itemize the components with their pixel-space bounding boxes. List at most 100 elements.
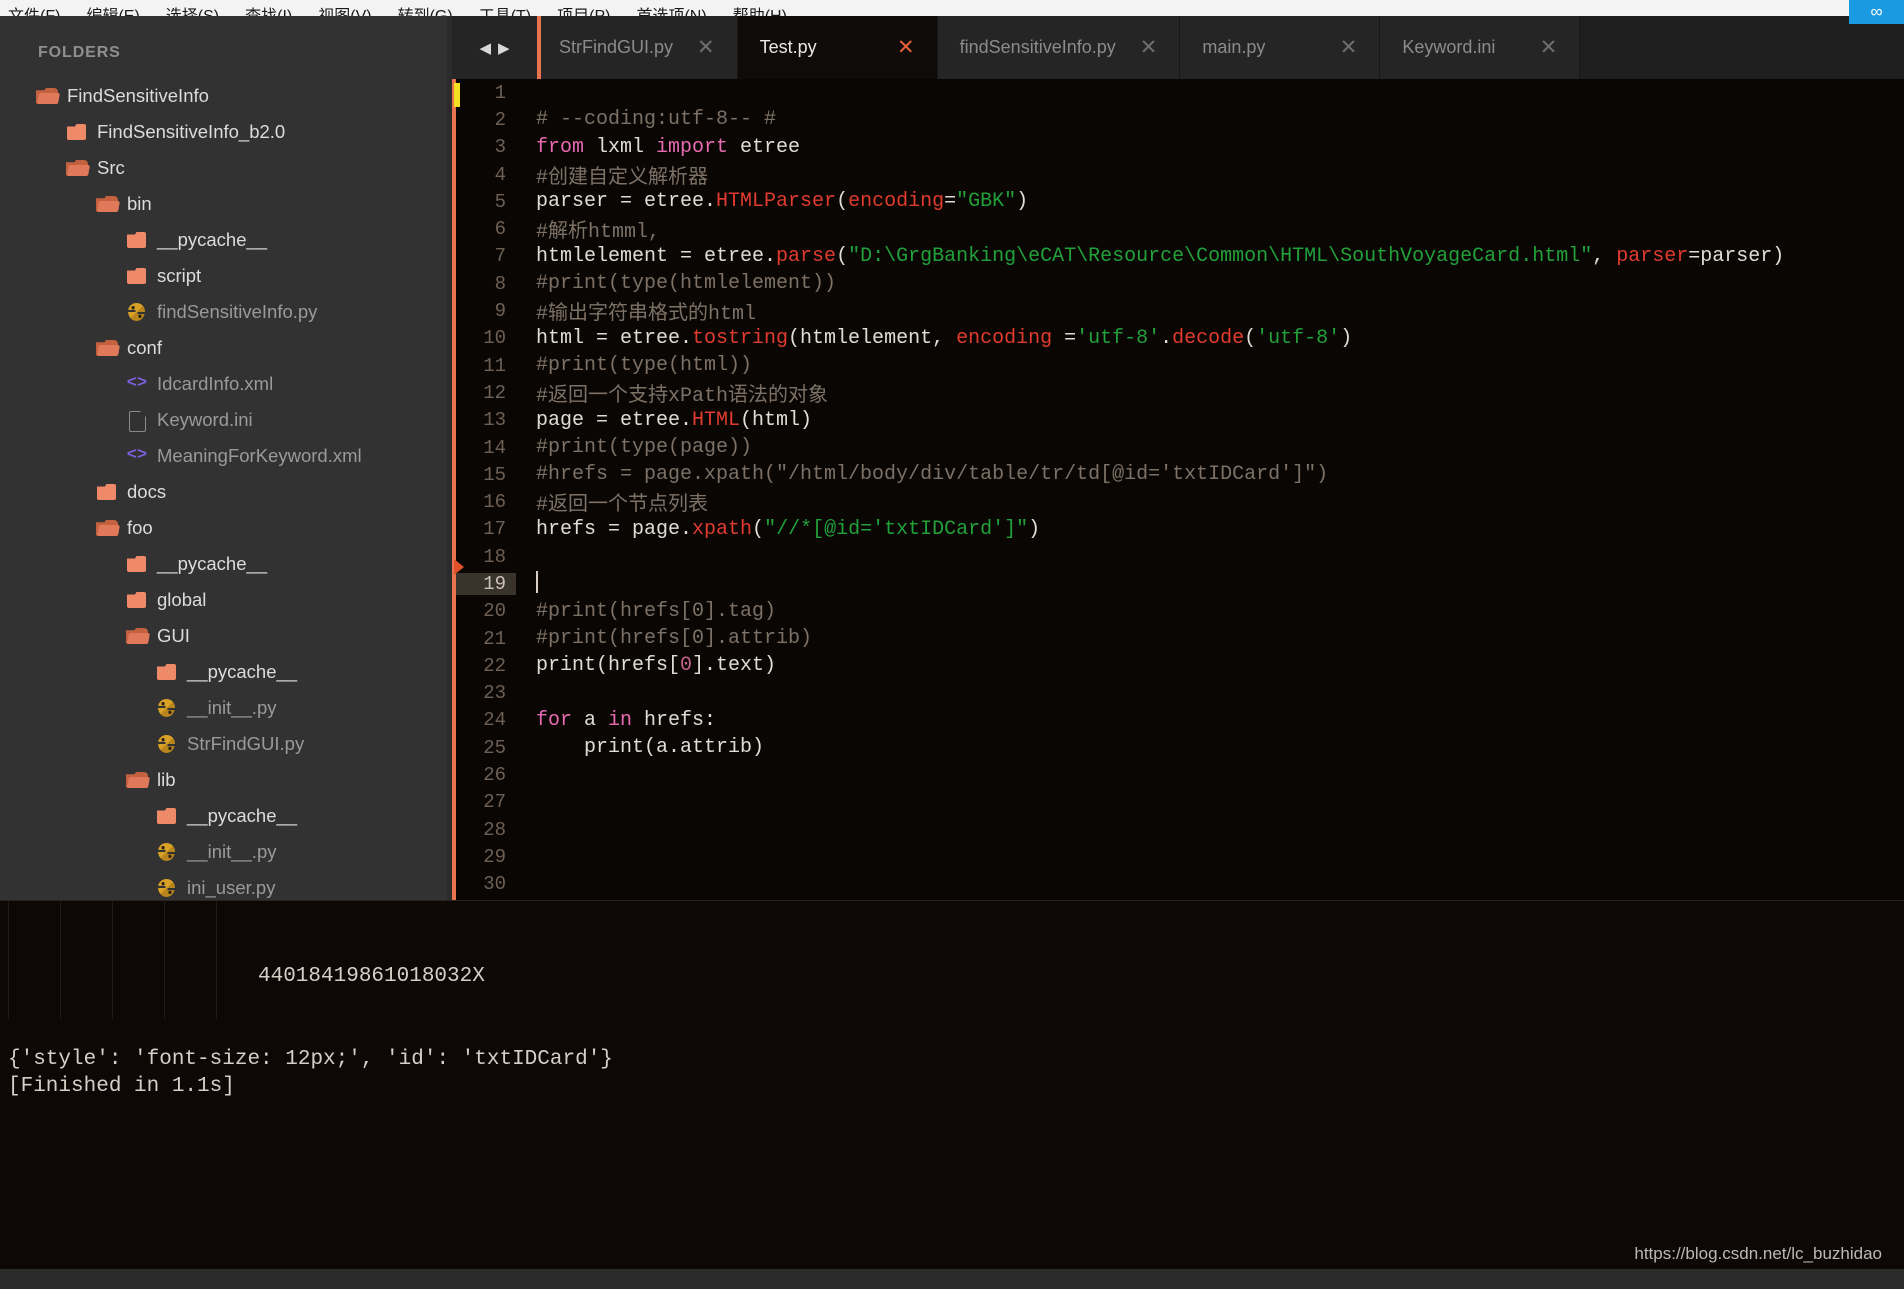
tree-item[interactable]: FindSensitiveInfo_b2.0 bbox=[0, 114, 452, 150]
menu-item-file[interactable]: 文件(F) bbox=[8, 9, 60, 17]
tree-item[interactable]: StrFindGUI.py bbox=[0, 726, 452, 762]
tab-nav-arrows[interactable]: ◀ ▶ bbox=[452, 16, 537, 79]
close-icon[interactable]: ✕ bbox=[673, 35, 715, 60]
code-line: 15 #hrefs = page.xpath("/html/body/div/ta… bbox=[452, 461, 1904, 488]
code-text: #hrefs = page.xpath("/html/body/div/tabl… bbox=[536, 463, 1329, 487]
code-text: html = etree.tostring(htmlelement, encod… bbox=[536, 326, 1353, 350]
menu-item-goto[interactable]: 转到(G) bbox=[398, 9, 453, 17]
code-line: 16 #返回一个节点列表 bbox=[452, 488, 1904, 517]
code-line: 13 page = etree.HTML(html) bbox=[452, 407, 1904, 434]
code-line: 11 #print(type(html)) bbox=[452, 352, 1904, 379]
status-bar bbox=[0, 1269, 1904, 1289]
menu-item-project[interactable]: 项目(P) bbox=[557, 9, 610, 17]
tree-item[interactable]: findSensitiveInfo.py bbox=[0, 294, 452, 330]
menu-item-view[interactable]: 视图(V) bbox=[318, 9, 371, 17]
sublime-text-window: 文件(F) 编辑(E) 选择(S) 查找(I) 视图(V) 转到(G) 工具(T… bbox=[0, 0, 1904, 1289]
tree-item[interactable]: conf bbox=[0, 330, 452, 366]
tree-item-label: __pycache__ bbox=[157, 553, 268, 574]
tab-label: StrFindGUI.py bbox=[559, 37, 674, 57]
tree-item[interactable]: docs bbox=[0, 474, 452, 510]
tree-item[interactable]: global bbox=[0, 582, 452, 618]
folder-open-icon bbox=[126, 771, 148, 789]
tree-item-label: __pycache__ bbox=[157, 229, 268, 250]
code-text: hrefs = page.xpath("//*[@id='txtIDCard']… bbox=[536, 517, 1041, 541]
tree-item[interactable]: Src bbox=[0, 150, 452, 186]
tree-item[interactable]: __pycache__ bbox=[0, 654, 452, 690]
text-caret bbox=[536, 571, 538, 594]
sidebar-header: FOLDERS bbox=[38, 44, 121, 61]
window-control-button[interactable]: ∞ bbox=[1849, 0, 1904, 24]
code-text: htmlelement = etree.parse("D:\GrgBanking… bbox=[536, 244, 1785, 268]
close-icon[interactable]: ✕ bbox=[1516, 35, 1558, 60]
menu-item-select[interactable]: 选择(S) bbox=[166, 9, 219, 17]
line-number: 2 bbox=[494, 108, 506, 131]
nav-prev-icon[interactable]: ◀ bbox=[479, 39, 491, 57]
tab-main-py[interactable]: main.py ✕ bbox=[1180, 16, 1381, 79]
menu-item-tools[interactable]: 工具(T) bbox=[479, 9, 531, 17]
tree-item-label: IdcardInfo.xml bbox=[157, 373, 274, 394]
tree-item[interactable]: GUI bbox=[0, 618, 452, 654]
code-line: 4 #创建自定义解析器 bbox=[452, 161, 1904, 190]
tree-item[interactable]: __pycache__ bbox=[0, 798, 452, 834]
tree-item-label: Src bbox=[97, 157, 125, 178]
tree-item-label: findSensitiveInfo.py bbox=[157, 301, 318, 322]
tree-item[interactable]: __init__.py bbox=[0, 834, 452, 870]
close-icon[interactable]: ✕ bbox=[873, 35, 915, 60]
menu-item-preferences[interactable]: 首选项(N) bbox=[636, 9, 706, 17]
menu-item-edit[interactable]: 编辑(E) bbox=[86, 9, 139, 17]
menu-item-find[interactable]: 查找(I) bbox=[245, 9, 292, 17]
line-number: 25 bbox=[483, 736, 506, 759]
tree-item-label: bin bbox=[127, 193, 152, 214]
close-icon[interactable]: ✕ bbox=[1116, 35, 1158, 60]
console-finished-status: [Finished in 1.1s] bbox=[8, 1075, 235, 1098]
menu-item-help[interactable]: 帮助(H) bbox=[733, 9, 787, 17]
tree-item[interactable]: <> MeaningForKeyword.xml bbox=[0, 438, 452, 474]
tab-Keyword-ini[interactable]: Keyword.ini ✕ bbox=[1380, 16, 1581, 79]
tree-item[interactable]: bin bbox=[0, 186, 452, 222]
folder-closed-icon bbox=[126, 555, 148, 573]
code-line: 2 # --coding:utf-8-- # bbox=[452, 106, 1904, 133]
code-line: 10 html = etree.tostring(htmlelement, enc… bbox=[452, 325, 1904, 352]
code-line: 29 bbox=[452, 843, 1904, 870]
tab-Test-py[interactable]: Test.py ✕ bbox=[737, 16, 938, 79]
tree-item[interactable]: script bbox=[0, 258, 452, 294]
code-text: #print(hrefs[0].tag) bbox=[536, 599, 777, 623]
editor-pane: ◀ ▶ StrFindGUI.py ✕ Test.py ✕ findSensitiveI… bbox=[452, 0, 1904, 900]
code-text: #创建自定义解析器 bbox=[536, 166, 709, 190]
tree-item[interactable]: __pycache__ bbox=[0, 546, 452, 582]
code-text: #print(type(page)) bbox=[536, 436, 753, 459]
tab-bar-filler bbox=[1580, 16, 1904, 79]
tree-item[interactable]: Keyword.ini bbox=[0, 402, 452, 438]
folder-closed-icon bbox=[156, 807, 178, 825]
line-number: 8 bbox=[494, 272, 506, 295]
tree-item[interactable]: ini_user.py bbox=[0, 870, 452, 900]
code-text: #解析htmml, bbox=[536, 221, 661, 245]
tab-label: findSensitiveInfo.py bbox=[959, 37, 1116, 57]
code-line: 18 bbox=[452, 543, 1904, 570]
line-number: 4 bbox=[494, 163, 506, 186]
tree-item[interactable]: __init__.py bbox=[0, 690, 452, 726]
nav-next-icon[interactable]: ▶ bbox=[498, 39, 510, 57]
python-file-icon bbox=[156, 699, 178, 717]
line-number: 23 bbox=[483, 682, 506, 705]
close-icon[interactable]: ✕ bbox=[1316, 35, 1358, 60]
tab-findSensitiveInfo-py[interactable]: findSensitiveInfo.py ✕ bbox=[937, 16, 1181, 79]
tree-item[interactable]: lib bbox=[0, 762, 452, 798]
line-number: 11 bbox=[483, 354, 506, 377]
tab-label: Keyword.ini bbox=[1402, 37, 1496, 57]
output-console[interactable]: 44018419861018032X {'style': 'font-size:… bbox=[0, 900, 1904, 1289]
code-area[interactable]: 1 2 # --coding:utf-8-- #3 from lxml import … bbox=[452, 79, 1904, 900]
code-line: 26 bbox=[452, 761, 1904, 788]
line-number: 1 bbox=[494, 81, 506, 104]
code-line: 1 bbox=[452, 79, 1904, 106]
code-line: 28 bbox=[452, 816, 1904, 843]
tree-item[interactable]: foo bbox=[0, 510, 452, 546]
tree-item[interactable]: __pycache__ bbox=[0, 222, 452, 258]
code-line: 25 print(a.attrib) bbox=[452, 734, 1904, 761]
tree-item[interactable]: <> IdcardInfo.xml bbox=[0, 366, 452, 402]
folder-closed-icon bbox=[96, 483, 118, 501]
tree-item[interactable]: FindSensitiveInfo bbox=[0, 78, 452, 114]
tab-StrFindGUI-py[interactable]: StrFindGUI.py ✕ bbox=[537, 16, 738, 79]
folder-closed-icon bbox=[126, 591, 148, 609]
line-number: 9 bbox=[494, 300, 506, 323]
